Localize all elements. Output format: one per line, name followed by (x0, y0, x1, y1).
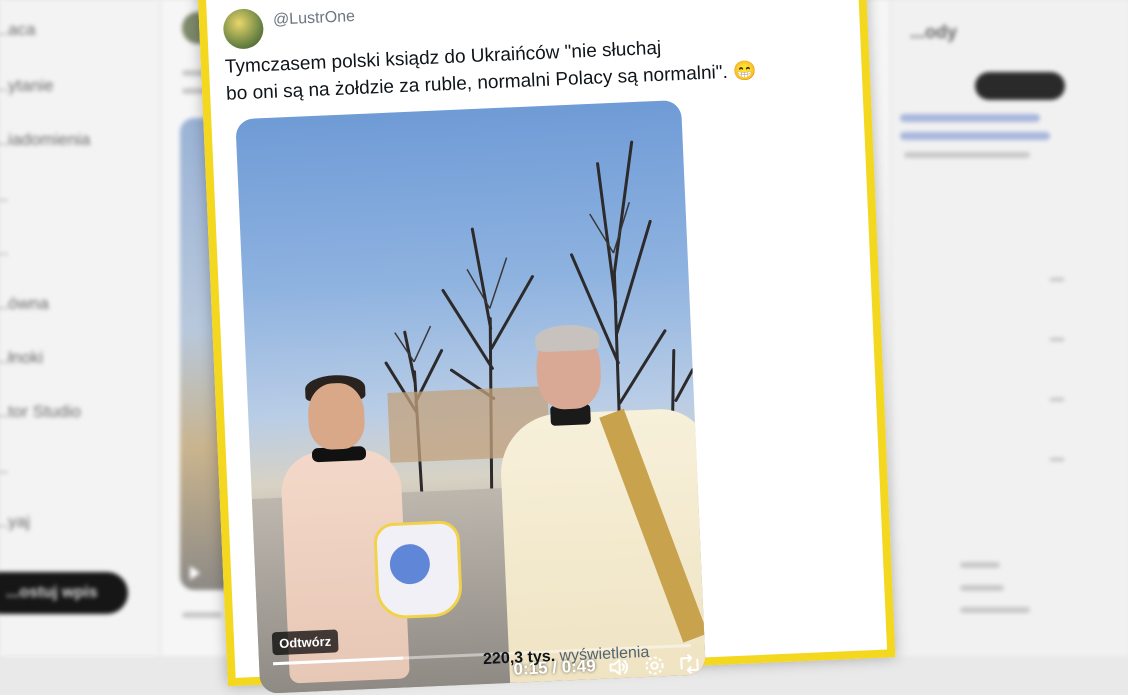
text-line (904, 152, 1030, 158)
play-label[interactable]: Odtwórz (271, 629, 339, 656)
video-player[interactable]: Odtwórz 0:15 / 0:49 (235, 99, 706, 694)
play-icon (190, 566, 200, 580)
view-count-number: 220,3 tys. (482, 647, 556, 669)
nav-item[interactable]: ... (0, 186, 8, 206)
divider (1050, 338, 1064, 341)
follow-button[interactable] (975, 72, 1065, 100)
nav-item[interactable]: ...yaj (0, 512, 30, 532)
text-line (960, 585, 1004, 591)
face (306, 382, 366, 451)
text-line (182, 612, 222, 618)
nav-item[interactable]: ...aca (0, 20, 36, 40)
nav-item[interactable]: ...ówna (0, 294, 49, 314)
link-text[interactable] (900, 114, 1040, 122)
tweet-card[interactable]: @LustrOne Tymczasem polski ksiądz do Ukr… (196, 0, 896, 694)
nav-item[interactable]: ...łnoki (0, 348, 43, 368)
post-button[interactable]: ...ostuj wpis (0, 572, 128, 614)
sidebar-nav: ...aca ...ytanie ...iadomienia ... ... .… (0, 0, 150, 656)
nav-item[interactable]: ... (0, 240, 8, 260)
divider (1050, 278, 1064, 281)
nav-item[interactable]: ...iadomienia (0, 130, 90, 150)
text-line (960, 562, 1000, 568)
retweet-icon[interactable] (677, 652, 702, 677)
tweet-text: Tymczasem polski ksiądz do Ukraińców "ni… (224, 27, 836, 108)
nav-item[interactable]: ... (0, 458, 8, 478)
author-handle[interactable]: @LustrOne (273, 8, 356, 30)
nav-item[interactable]: ...ytanie (0, 76, 54, 96)
sidebar-title: ...ody (910, 22, 958, 42)
text-line (960, 607, 1030, 613)
link-text[interactable] (900, 132, 1050, 140)
divider (1050, 458, 1064, 461)
divider (1050, 398, 1064, 401)
view-count-label: wyświetlenia (559, 643, 650, 665)
author-avatar[interactable] (222, 8, 265, 50)
nav-item[interactable]: ...tor Studio (0, 402, 81, 422)
